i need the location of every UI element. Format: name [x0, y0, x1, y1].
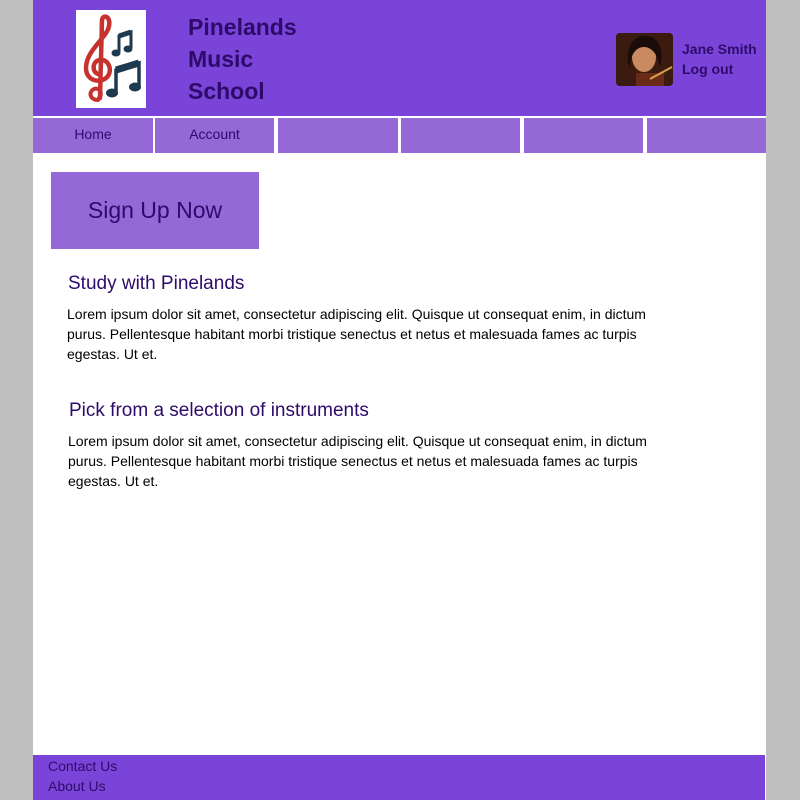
logout-link[interactable]: Log out — [682, 61, 733, 77]
header: Pinelands Music School Jane Smith Log ou… — [33, 0, 766, 116]
nav-item-home[interactable]: Home — [33, 118, 153, 153]
section-heading: Pick from a selection of instruments — [69, 400, 369, 421]
nav-bar: Home Account — [33, 116, 766, 153]
site-title-line: School — [188, 78, 265, 104]
nav-item-empty-6[interactable] — [647, 118, 766, 153]
nav-item-empty-4[interactable] — [401, 118, 520, 153]
nav-item-account[interactable]: Account — [155, 118, 274, 153]
sign-up-button[interactable]: Sign Up Now — [51, 172, 259, 249]
site-title-line: Music — [188, 46, 254, 72]
about-us-link[interactable]: About Us — [48, 778, 106, 794]
site-title-line: Pinelands — [188, 14, 297, 40]
footer: Contact Us About Us — [33, 755, 765, 800]
music-notes-logo — [76, 10, 146, 108]
nav-item-empty-5[interactable] — [524, 118, 643, 153]
contact-us-link[interactable]: Contact Us — [48, 758, 117, 774]
avatar[interactable] — [616, 33, 673, 86]
section-heading: Study with Pinelands — [68, 273, 245, 294]
section-body: Lorem ipsum dolor sit amet, consectetur … — [68, 433, 647, 489]
user-name: Jane Smith — [682, 41, 757, 57]
section-body: Lorem ipsum dolor sit amet, consectetur … — [67, 306, 646, 362]
site-title: Pinelands Music School — [188, 11, 348, 107]
page: Pinelands Music School Jane Smith Log ou… — [33, 0, 766, 800]
nav-item-empty-3[interactable] — [278, 118, 398, 153]
